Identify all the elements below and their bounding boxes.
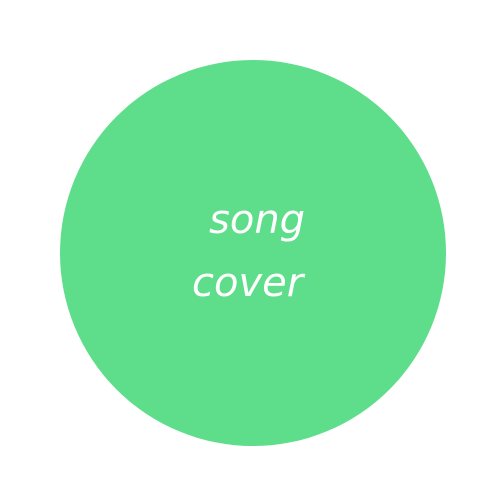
- song-cover-canvas: song cover: [0, 0, 500, 500]
- song-cover-circle[interactable]: [60, 60, 446, 446]
- song-cover-label-line-2: cover: [192, 260, 304, 306]
- song-cover-label-line-1: song: [209, 197, 306, 243]
